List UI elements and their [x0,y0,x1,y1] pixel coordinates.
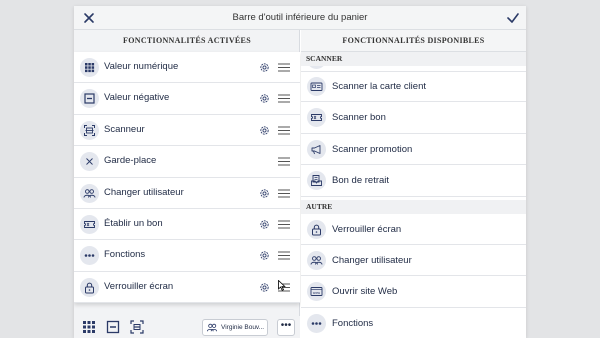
enabled-features-panel: Fonctionnalités activées Valeur numériqu… [74,30,300,338]
drag-handle-icon[interactable] [278,94,290,103]
section-header: Autre [301,199,526,214]
gear-icon[interactable] [259,282,270,293]
feature-label: Scanneur [104,123,145,135]
numeric-keypad-icon[interactable] [82,320,96,334]
gear-icon[interactable] [259,219,270,230]
feature-label: Scanner bon [332,112,386,124]
web-icon: www [307,282,326,302]
minus-box-icon[interactable] [106,320,120,334]
available-features-panel: Fonctionnalités disponibles Scanner Scann… [301,30,526,338]
mouse-cursor-icon [278,280,286,291]
available-feature-row[interactable]: Changer utilisateur [301,245,526,277]
ticket-scan-icon [307,108,326,128]
barcode-scanner-icon[interactable] [130,320,144,334]
available-feature-row[interactable]: Bon de retrait [301,165,526,197]
feature-label: Bon de retrait [332,175,390,187]
feature-label: Valeur négative [104,92,170,104]
available-features-header: Fonctionnalités disponibles [301,30,526,52]
feature-label: Fonctions [332,317,374,329]
available-feature-row[interactable]: Scanner la carte client [301,71,526,103]
svg-text:www: www [313,292,321,296]
gear-icon[interactable] [259,250,270,261]
dialog-title: Barre d'outil inférieure du panier [232,12,368,23]
feature-label: Changer utilisateur [332,255,412,266]
x-placeholder-icon [80,152,99,172]
enabled-feature-row[interactable]: Valeur numérique [74,52,300,84]
available-feature-row[interactable]: Fonctions [301,308,526,338]
section-header: Scanner [301,52,526,66]
feature-label: Établir un bon [104,217,163,229]
enabled-feature-row[interactable]: Scanneur [74,115,300,147]
available-feature-row[interactable]: Scanner promotion [301,134,526,166]
more-functions-button[interactable]: ••• [277,319,295,336]
megaphone-icon [307,139,326,159]
feature-label: Valeur numérique [104,61,179,72]
toolbar-preview: Virginie Bouv... ••• [74,316,300,338]
ticket-icon [80,214,99,234]
more-dots-icon [307,313,326,333]
user-switch-button[interactable]: Virginie Bouv... [202,319,268,336]
users-icon [307,251,326,270]
available-feature-row[interactable]: www Ouvrir site Web [301,276,526,308]
numeric-keypad-icon [80,58,99,77]
feature-label: Verrouiller écran [332,223,402,235]
receipt-icon [307,171,326,191]
card-icon [307,77,326,96]
drag-handle-icon[interactable] [278,157,290,166]
feature-label: Fonctions [104,249,146,261]
minus-box-icon [80,89,99,109]
enabled-feature-row[interactable]: Verrouiller écran [74,272,300,304]
user-name: Virginie Bouv... [221,324,265,331]
feature-label: Verrouiller écran [104,280,174,292]
feature-label: Scanner promotion [332,143,413,155]
enabled-feature-row[interactable]: Garde-place [74,146,300,178]
enabled-feature-row[interactable]: Changer utilisateur [74,178,300,209]
dialog-titlebar: Barre d'outil inférieure du panier [74,6,526,30]
feature-label: Changer utilisateur [104,186,184,198]
users-icon [80,183,99,203]
enabled-features-header: Fonctionnalités activées [123,36,251,45]
drag-handle-icon[interactable] [278,220,290,229]
drag-handle-icon[interactable] [278,189,290,198]
available-feature-row[interactable]: Verrouiller écran [301,214,526,245]
enabled-feature-row[interactable]: Valeur négative [74,83,300,115]
check-icon[interactable] [506,11,520,25]
drag-handle-icon[interactable] [278,251,290,260]
gear-icon[interactable] [259,125,270,136]
drag-handle-icon[interactable] [278,126,290,135]
feature-label: Garde-place [104,155,157,167]
enabled-features-list: Valeur numérique Valeur négative Scanneur G… [74,52,300,304]
gear-icon[interactable] [259,188,270,199]
users-icon [207,323,217,332]
drag-handle-icon[interactable] [278,63,290,72]
more-dots-icon [80,246,99,266]
gear-icon[interactable] [259,62,270,73]
feature-label: Scanner la carte client [332,81,426,92]
enabled-feature-row[interactable]: Fonctions [74,240,300,272]
cart-toolbar-dialog: Barre d'outil inférieure du panier Fonct… [74,6,526,338]
available-feature-row[interactable]: Scanner bon [301,102,526,134]
enabled-feature-row[interactable]: Établir un bon [74,209,300,241]
lock-icon [307,219,326,239]
feature-label: Ouvrir site Web [332,286,398,298]
lock-icon [80,277,99,297]
barcode-scanner-icon [80,120,99,140]
gear-icon[interactable] [259,93,270,104]
